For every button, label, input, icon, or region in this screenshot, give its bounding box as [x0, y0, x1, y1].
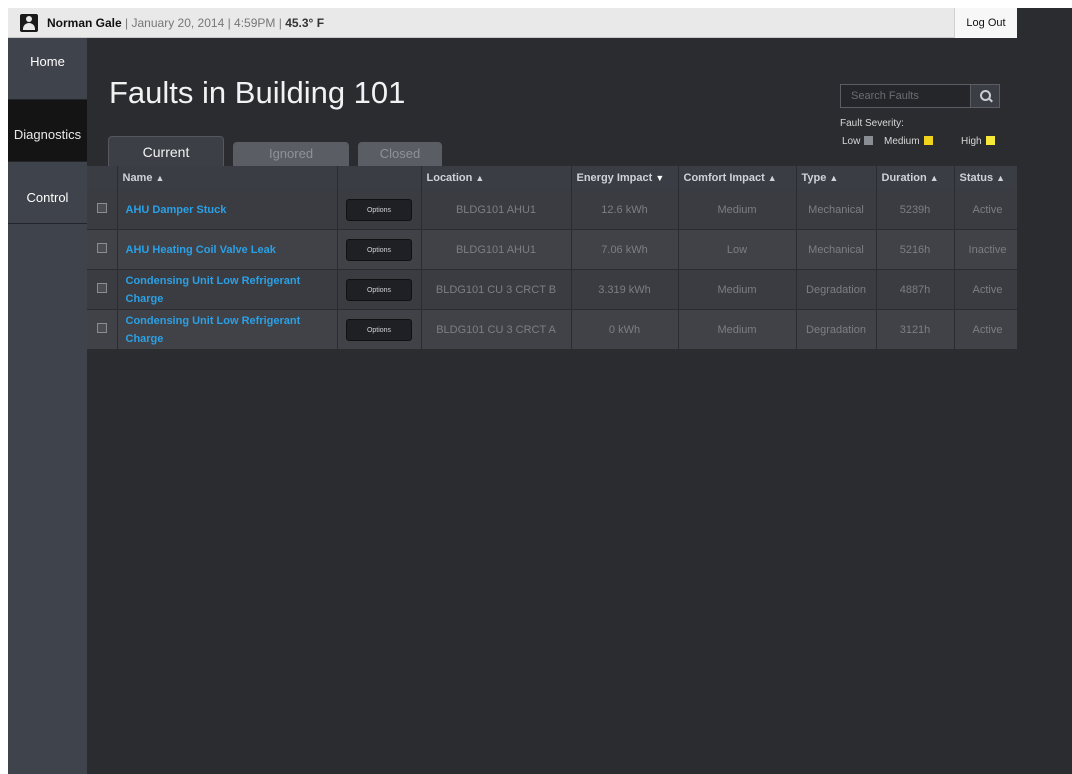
- column-header-energy[interactable]: Energy Impact ▼: [571, 166, 679, 190]
- fault-name-link[interactable]: Condensing Unit Low Refrigerant Charge: [117, 269, 338, 310]
- tab-current[interactable]: Current: [108, 136, 224, 166]
- search-button[interactable]: [970, 84, 1000, 108]
- fault-name-link[interactable]: AHU Heating Coil Valve Leak: [117, 229, 338, 270]
- sidebar-item-control[interactable]: Control: [8, 162, 87, 224]
- header-info: Norman Gale | January 20, 2014 | 4:59PM …: [47, 16, 324, 30]
- header-temperature: 45.3° F: [285, 16, 325, 30]
- fault-location: BLDG101 CU 3 CRCT A: [421, 309, 572, 350]
- search-input[interactable]: [841, 85, 971, 107]
- faults-table: Name ▲ Location ▲ Energy Impact ▼ Comfort I…: [87, 166, 1017, 350]
- fault-type: Mechanical: [796, 229, 877, 270]
- severity-medium-swatch: [923, 136, 933, 145]
- severity-low-swatch: [864, 136, 874, 145]
- severity-low-label: Low: [842, 136, 861, 147]
- right-background-pane: [1017, 8, 1072, 774]
- fault-energy-impact: 3.319 kWh: [571, 269, 679, 310]
- sort-up-icon: ▲: [996, 173, 1006, 183]
- logout-button[interactable]: Log Out: [954, 8, 1017, 38]
- top-bar: Norman Gale | January 20, 2014 | 4:59PM …: [8, 8, 1017, 38]
- header-time: 4:59PM: [234, 16, 276, 30]
- column-header-type[interactable]: Type ▲: [796, 166, 877, 190]
- sidebar-item-diagnostics[interactable]: Diagnostics: [8, 100, 87, 162]
- fault-energy-impact: 7.06 kWh: [571, 229, 679, 270]
- fault-type: Degradation: [796, 309, 877, 350]
- sort-up-icon: ▲: [829, 173, 839, 183]
- table-row: Condensing Unit Low Refrigerant Charge O…: [87, 269, 1017, 310]
- fault-duration: 4887h: [876, 269, 955, 310]
- sort-up-icon: ▲: [929, 173, 939, 183]
- user-name: Norman Gale: [47, 16, 122, 30]
- fault-comfort-impact: Low: [678, 229, 797, 270]
- fault-location: BLDG101 AHU1: [421, 229, 572, 270]
- tab-closed[interactable]: Closed: [358, 142, 442, 166]
- fault-location: BLDG101 AHU1: [421, 190, 572, 230]
- fault-energy-impact: 0 kWh: [571, 309, 679, 350]
- severity-high-label: High: [961, 136, 982, 147]
- sort-up-icon: ▲: [767, 173, 777, 183]
- row-checkbox[interactable]: [96, 203, 107, 213]
- severity-high: High: [961, 136, 995, 147]
- sidebar: Home Diagnostics Control: [8, 38, 87, 774]
- row-checkbox[interactable]: [96, 243, 107, 253]
- severity-high-swatch: [985, 136, 995, 145]
- user-icon: [20, 14, 38, 32]
- fault-type: Degradation: [796, 269, 877, 310]
- fault-energy-impact: 12.6 kWh: [571, 190, 679, 230]
- fault-comfort-impact: Medium: [678, 309, 797, 350]
- column-header-options: [337, 166, 422, 190]
- search-box: [840, 84, 973, 108]
- fault-location: BLDG101 CU 3 CRCT B: [421, 269, 572, 310]
- column-header-location[interactable]: Location ▲: [421, 166, 572, 190]
- options-button[interactable]: Options: [346, 318, 412, 341]
- fault-comfort-impact: Medium: [678, 269, 797, 310]
- options-button[interactable]: Options: [346, 278, 412, 301]
- column-header-name[interactable]: Name ▲: [117, 166, 338, 190]
- app-window: Norman Gale | January 20, 2014 | 4:59PM …: [8, 8, 1017, 774]
- tab-ignored[interactable]: Ignored: [233, 142, 349, 166]
- sort-up-icon: ▲: [155, 173, 165, 183]
- fault-status: Active: [954, 309, 1017, 350]
- fault-status: Inactive: [954, 229, 1017, 270]
- table-row: Condensing Unit Low Refrigerant Charge O…: [87, 309, 1017, 350]
- column-header-comfort[interactable]: Comfort Impact ▲: [678, 166, 797, 190]
- header-date: January 20, 2014: [131, 16, 225, 30]
- options-button[interactable]: Options: [346, 198, 412, 221]
- options-button[interactable]: Options: [346, 238, 412, 261]
- severity-low: Low: [842, 136, 874, 147]
- fault-type: Mechanical: [796, 190, 877, 230]
- column-header-duration[interactable]: Duration ▲: [876, 166, 955, 190]
- table-row: AHU Damper Stuck Options BLDG101 AHU1 12…: [87, 190, 1017, 230]
- severity-label: Fault Severity:: [840, 118, 904, 129]
- row-checkbox[interactable]: [96, 323, 107, 333]
- fault-duration: 5239h: [876, 190, 955, 230]
- sort-down-icon: ▼: [655, 173, 665, 183]
- fault-name-link[interactable]: Condensing Unit Low Refrigerant Charge: [117, 309, 338, 350]
- fault-status: Active: [954, 269, 1017, 310]
- page-title: Faults in Building 101: [109, 75, 406, 110]
- table-row: AHU Heating Coil Valve Leak Options BLDG…: [87, 229, 1017, 270]
- severity-medium: Medium: [884, 136, 933, 147]
- severity-medium-label: Medium: [884, 136, 920, 147]
- sidebar-item-home[interactable]: Home: [8, 38, 87, 100]
- row-checkbox[interactable]: [96, 283, 107, 293]
- fault-duration: 5216h: [876, 229, 955, 270]
- header-checkbox-cell: [87, 166, 118, 190]
- sort-up-icon: ▲: [475, 173, 485, 183]
- fault-duration: 3121h: [876, 309, 955, 350]
- column-header-status[interactable]: Status ▲: [954, 166, 1017, 190]
- fault-status: Active: [954, 190, 1017, 230]
- fault-comfort-impact: Medium: [678, 190, 797, 230]
- fault-name-link[interactable]: AHU Damper Stuck: [117, 190, 338, 230]
